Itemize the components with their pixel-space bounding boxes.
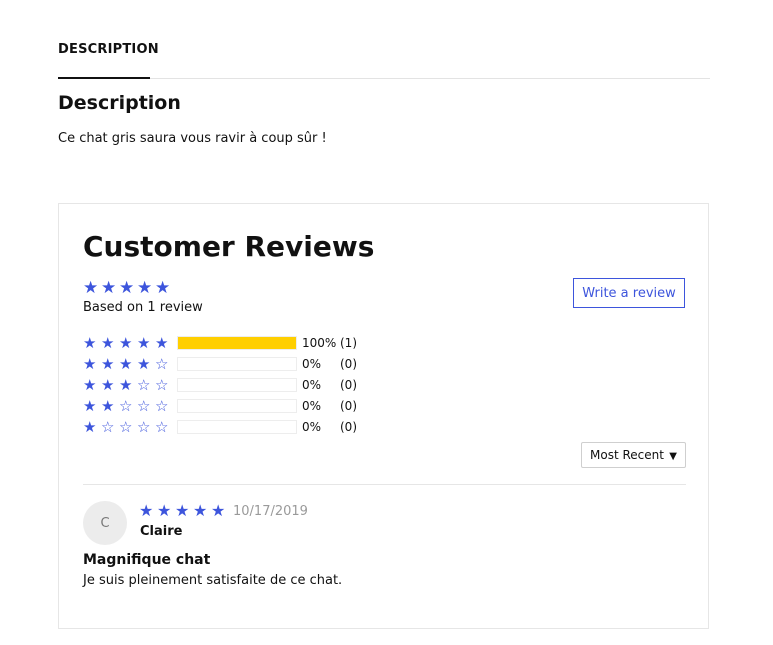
histogram-count: (1): [340, 336, 357, 350]
star-filled-icon: ★: [83, 397, 97, 415]
star-filled-icon: ★: [211, 501, 226, 520]
star-empty-icon: ☆: [137, 418, 151, 436]
star-filled-icon: ★: [137, 355, 151, 373]
star-filled-icon: ★: [83, 376, 97, 394]
histogram-count: (0): [340, 420, 357, 434]
star-empty-icon: ☆: [119, 418, 133, 436]
histogram-row-2-stars[interactable]: ★ ★ ☆ ☆ ☆ 0% (0): [83, 397, 357, 415]
sort-select[interactable]: Most Recent ▼: [581, 442, 686, 468]
star-empty-icon: ☆: [119, 397, 133, 415]
histogram-percent: 0%: [302, 420, 322, 434]
histogram-row-4-stars[interactable]: ★ ★ ★ ★ ☆ 0% (0): [83, 355, 357, 373]
star-filled-icon: ★: [193, 501, 208, 520]
histogram-count: (0): [340, 378, 357, 392]
histogram-stars: ★ ★ ★ ★ ☆: [83, 356, 175, 372]
review-rating-stars: ★ ★ ★ ★ ★: [139, 503, 229, 519]
star-filled-icon: ★: [83, 355, 97, 373]
customer-reviews-panel: Customer Reviews ★ ★ ★ ★ ★ Based on 1 review…: [58, 203, 709, 629]
star-filled-icon: ★: [101, 355, 115, 373]
histogram-row-1-stars[interactable]: ★ ☆ ☆ ☆ ☆ 0% (0): [83, 418, 357, 436]
histogram-percent: 0%: [302, 357, 322, 371]
star-empty-icon: ☆: [137, 397, 151, 415]
star-filled-icon: ★: [175, 501, 190, 520]
star-empty-icon: ☆: [155, 376, 169, 394]
star-filled-icon: ★: [101, 334, 115, 352]
star-empty-icon: ☆: [101, 418, 115, 436]
histogram-row-5-stars[interactable]: ★ ★ ★ ★ ★ 100% (1): [83, 334, 357, 352]
star-empty-icon: ☆: [155, 355, 169, 373]
review-date: 10/17/2019: [233, 504, 308, 519]
star-filled-icon: ★: [139, 501, 154, 520]
caret-down-icon: ▼: [669, 451, 677, 462]
star-filled-icon: ★: [119, 376, 133, 394]
sort-label: Most Recent: [590, 448, 664, 462]
histogram-stars: ★ ☆ ☆ ☆ ☆: [83, 419, 175, 435]
star-empty-icon: ☆: [155, 397, 169, 415]
reviews-title: Customer Reviews: [83, 230, 375, 263]
star-empty-icon: ☆: [155, 418, 169, 436]
histogram-percent: 0%: [302, 378, 322, 392]
star-filled-icon: ★: [155, 334, 169, 352]
star-filled-icon: ★: [119, 278, 135, 298]
description-text: Ce chat gris saura vous ravir à coup sûr…: [58, 131, 327, 146]
star-filled-icon: ★: [157, 501, 172, 520]
reviewer-name: Claire: [140, 524, 183, 539]
histogram-stars: ★ ★ ★ ★ ★: [83, 335, 175, 351]
histogram-count: (0): [340, 399, 357, 413]
star-empty-icon: ☆: [137, 376, 151, 394]
star-filled-icon: ★: [83, 278, 99, 298]
based-on-count: Based on 1 review: [83, 300, 203, 315]
tab-bar: DESCRIPTION: [58, 0, 710, 79]
avatar: C: [83, 501, 127, 545]
star-filled-icon: ★: [155, 278, 171, 298]
histogram-bar-fill: [178, 337, 296, 349]
review-body: Je suis pleinement satisfaite de ce chat…: [83, 573, 343, 588]
histogram-bar: [177, 399, 297, 413]
star-filled-icon: ★: [101, 376, 115, 394]
star-filled-icon: ★: [137, 278, 153, 298]
write-review-button[interactable]: Write a review: [573, 278, 685, 308]
star-filled-icon: ★: [83, 418, 97, 436]
histogram-percent: 100%: [302, 336, 337, 350]
histogram-stars: ★ ★ ☆ ☆ ☆: [83, 398, 175, 414]
histogram-row-3-stars[interactable]: ★ ★ ★ ☆ ☆ 0% (0): [83, 376, 357, 394]
star-filled-icon: ★: [137, 334, 151, 352]
histogram-count: (0): [340, 357, 357, 371]
histogram-bar: [177, 357, 297, 371]
star-filled-icon: ★: [119, 334, 133, 352]
review-title: Magnifique chat: [83, 552, 211, 568]
star-filled-icon: ★: [119, 355, 133, 373]
description-heading: Description: [58, 92, 181, 114]
star-filled-icon: ★: [101, 278, 117, 298]
histogram-bar: [177, 420, 297, 434]
divider: [83, 484, 686, 485]
histogram-bar: [177, 336, 297, 350]
star-filled-icon: ★: [101, 397, 115, 415]
summary-rating-stars: ★ ★ ★ ★ ★: [83, 278, 173, 298]
histogram-bar: [177, 378, 297, 392]
histogram-percent: 0%: [302, 399, 322, 413]
histogram-stars: ★ ★ ★ ☆ ☆: [83, 377, 175, 393]
star-filled-icon: ★: [83, 334, 97, 352]
tab-description[interactable]: DESCRIPTION: [58, 42, 159, 79]
